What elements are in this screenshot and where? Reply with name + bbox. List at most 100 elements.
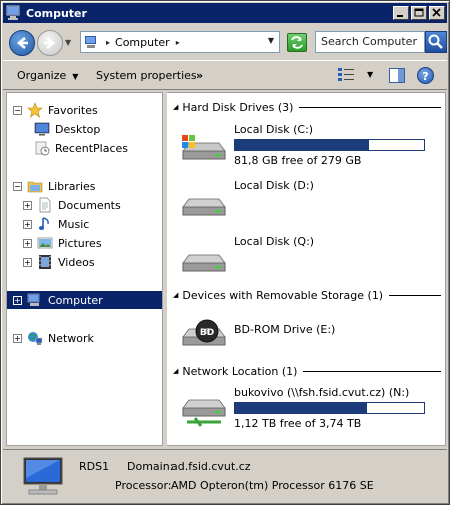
drive-name: BD-ROM Drive (E:) xyxy=(234,323,336,336)
breadcrumb-separator[interactable]: ▸ xyxy=(106,38,110,47)
computer-icon xyxy=(84,35,100,49)
back-arrow-icon xyxy=(16,37,28,49)
monitor-icon xyxy=(21,456,69,498)
maximize-button[interactable] xyxy=(411,6,427,20)
address-dropdown[interactable]: ▼ xyxy=(268,36,274,45)
group-header-hard-disk-drives[interactable]: ◢ Hard Disk Drives (3) xyxy=(173,99,441,115)
tree-libraries[interactable]: − Libraries xyxy=(13,177,168,195)
explorer-window: Computer ▼ ▸ Computer ▸ ▼ Search Compute… xyxy=(0,0,450,505)
tree-label: Documents xyxy=(58,198,121,212)
minimize-icon xyxy=(397,15,403,17)
domain-label: Domain: xyxy=(127,460,174,473)
hard-drive-icon xyxy=(181,241,227,277)
tree-label: Favorites xyxy=(48,103,98,117)
close-icon xyxy=(432,8,441,17)
desktop-icon xyxy=(34,121,50,137)
tree-item-videos[interactable]: + Videos xyxy=(23,253,178,271)
group-title: Devices with Removable Storage (1) xyxy=(182,288,384,302)
drive-item-q[interactable]: Local Disk (Q:) xyxy=(181,235,441,285)
system-properties-button[interactable]: System properties xyxy=(96,69,197,82)
close-button[interactable] xyxy=(429,6,445,20)
collapse-triangle-icon[interactable]: ◢ xyxy=(173,103,178,111)
drive-item-e[interactable]: BD BD-ROM Drive (E:) xyxy=(181,309,441,359)
tree-network[interactable]: + Network xyxy=(13,329,168,347)
computer-icon xyxy=(6,5,22,21)
drive-item-d[interactable]: Local Disk (D:) xyxy=(181,179,441,229)
tree-label: Libraries xyxy=(48,179,96,193)
drive-usage-bar xyxy=(234,139,425,151)
collapse-icon[interactable]: − xyxy=(13,105,22,115)
forward-button[interactable] xyxy=(37,30,63,56)
tree-label: Music xyxy=(58,217,90,231)
domain-value: ad.fsid.cvut.cz xyxy=(171,460,251,473)
tree-label: Network xyxy=(48,331,94,345)
navigation-pane: − Favorites Desktop RecentPlaces − Libra… xyxy=(6,92,163,446)
group-header-network-location[interactable]: ◢ Network Location (1) xyxy=(173,363,441,379)
group-divider xyxy=(303,370,441,372)
search-button[interactable] xyxy=(425,31,447,53)
expand-icon[interactable]: + xyxy=(23,200,32,210)
search-input[interactable]: Search Computer xyxy=(315,31,425,53)
music-icon xyxy=(37,216,53,232)
tree-item-pictures[interactable]: + Pictures xyxy=(23,234,178,252)
minimize-button[interactable] xyxy=(393,6,409,20)
drive-item-c[interactable]: Local Disk (C:) 81,8 GB free of 279 GB xyxy=(181,123,441,173)
tree-item-music[interactable]: + Music xyxy=(23,215,178,233)
recent-pages-dropdown[interactable]: ▼ xyxy=(65,38,71,47)
expand-icon[interactable]: + xyxy=(23,257,32,267)
pictures-icon xyxy=(37,235,53,251)
group-header-removable-storage[interactable]: ◢ Devices with Removable Storage (1) xyxy=(173,287,441,303)
computer-name: RDS1 xyxy=(79,460,110,473)
refresh-button[interactable] xyxy=(287,33,307,52)
refresh-icon xyxy=(291,36,303,49)
maximize-icon xyxy=(414,8,424,17)
preview-pane-icon[interactable] xyxy=(389,68,405,83)
computer-icon xyxy=(27,292,43,308)
drive-name: bukovivo (\\fsh.fsid.cvut.cz) (N:) xyxy=(234,386,410,399)
address-bar[interactable]: ▸ Computer ▸ ▼ xyxy=(80,31,280,53)
details-pane: RDS1 Domain: ad.fsid.cvut.cz Processor: … xyxy=(3,449,447,503)
expand-icon[interactable]: + xyxy=(13,295,22,305)
help-icon[interactable]: ? xyxy=(417,67,434,84)
collapse-triangle-icon[interactable]: ◢ xyxy=(173,367,178,375)
title-bar[interactable]: Computer xyxy=(3,3,447,23)
more-commands-button[interactable]: » xyxy=(196,69,203,82)
address-row: ▼ ▸ Computer ▸ ▼ Search Computer xyxy=(3,25,447,59)
collapse-triangle-icon[interactable]: ◢ xyxy=(173,291,178,299)
tree-label: Desktop xyxy=(55,122,101,136)
group-title: Hard Disk Drives (3) xyxy=(182,100,294,114)
tree-item-documents[interactable]: + Documents xyxy=(23,196,178,214)
documents-icon xyxy=(37,197,53,213)
expand-icon[interactable]: + xyxy=(13,333,22,343)
view-options-dropdown[interactable]: ▼ xyxy=(367,70,373,79)
tree-computer[interactable]: + Computer xyxy=(7,291,162,309)
collapse-icon[interactable]: − xyxy=(13,181,22,191)
videos-icon xyxy=(37,254,53,270)
drive-item-n[interactable]: bukovivo (\\fsh.fsid.cvut.cz) (N:) 1,12 … xyxy=(181,386,441,436)
content-pane: ◢ Hard Disk Drives (3) Local Disk (C:) 8… xyxy=(167,92,446,446)
group-title: Network Location (1) xyxy=(182,364,298,378)
search-icon xyxy=(428,34,443,49)
bd-badge: BD xyxy=(200,328,214,338)
change-view-icon[interactable] xyxy=(337,67,355,83)
expand-icon[interactable]: + xyxy=(23,238,32,248)
libraries-icon xyxy=(27,178,43,194)
back-button[interactable] xyxy=(9,30,35,56)
breadcrumb-chevron-icon[interactable]: ▸ xyxy=(176,38,180,47)
network-drive-icon xyxy=(181,392,227,428)
star-icon xyxy=(27,102,43,118)
drive-name: Local Disk (C:) xyxy=(234,123,314,136)
tree-favorites[interactable]: − Favorites xyxy=(13,101,168,119)
tree-label: Pictures xyxy=(58,236,102,250)
drive-free-space: 1,12 TB free of 3,74 TB xyxy=(234,417,362,430)
expand-icon[interactable]: + xyxy=(23,219,32,229)
tree-label: Videos xyxy=(58,255,95,269)
forward-arrow-icon xyxy=(44,37,56,49)
network-icon xyxy=(27,330,43,346)
tree-label: RecentPlaces xyxy=(55,141,128,155)
tree-label: Computer xyxy=(48,293,103,307)
drive-name: Local Disk (D:) xyxy=(234,179,314,192)
processor-value: AMD Opteron(tm) Processor 6176 SE xyxy=(171,479,374,492)
organize-menu[interactable]: Organize ▼ xyxy=(17,69,78,82)
breadcrumb-computer[interactable]: Computer xyxy=(115,36,170,49)
